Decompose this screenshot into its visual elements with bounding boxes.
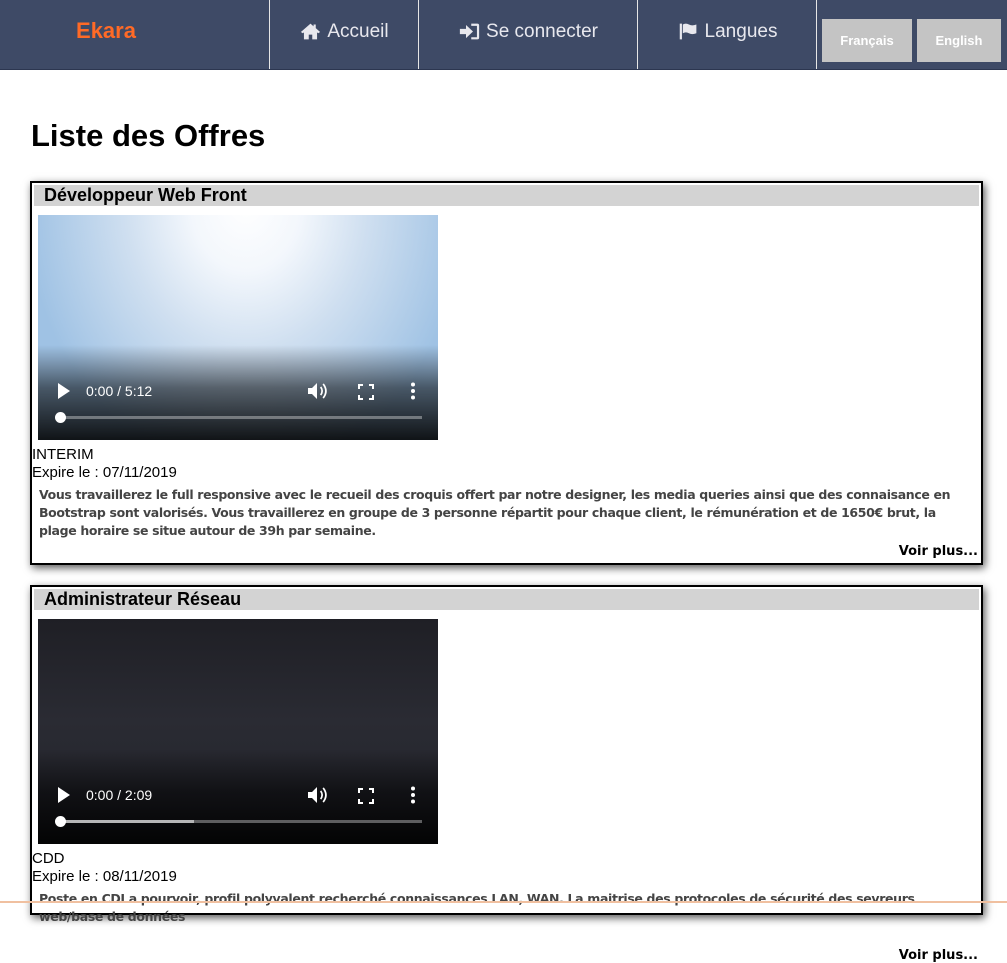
- offer-contract-type: INTERIM: [32, 446, 94, 463]
- fullscreen-icon[interactable]: [358, 788, 374, 804]
- brand-name: Ekara: [76, 17, 136, 43]
- nav-item-accueil[interactable]: Accueil: [269, 0, 419, 69]
- offer-description: Poste en CDI a pourvoir, profil polyvale…: [39, 891, 915, 924]
- volume-icon[interactable]: [308, 382, 328, 400]
- offer-expiry: Expire le : 07/11/2019: [32, 464, 177, 481]
- top-navbar: Ekara Accueil Se connecter Langues Franç…: [0, 0, 1007, 70]
- offer-contract-type: CDD: [32, 850, 65, 867]
- brand-logo[interactable]: Ekara: [0, 0, 212, 69]
- progress-knob[interactable]: [55, 816, 66, 827]
- offer-title: Administrateur Réseau: [34, 589, 979, 610]
- nav-item-langues[interactable]: Langues: [637, 0, 817, 69]
- sign-in-icon: [459, 23, 480, 40]
- nav-item-se-connecter[interactable]: Se connecter: [418, 0, 638, 69]
- video-buffered-bar: [60, 820, 194, 823]
- flag-icon: [679, 23, 696, 40]
- video-progress-bar[interactable]: [55, 816, 422, 827]
- play-icon[interactable]: [58, 383, 70, 399]
- video-time: 0:00 / 5:12: [86, 383, 153, 399]
- voir-plus-link[interactable]: Voir plus...: [899, 948, 978, 963]
- nav-divider: [816, 0, 817, 69]
- more-options-icon[interactable]: [410, 786, 416, 804]
- progress-knob[interactable]: [55, 412, 66, 423]
- video-player[interactable]: 0:00 / 5:12: [38, 215, 438, 440]
- video-time: 0:00 / 2:09: [86, 787, 153, 803]
- home-icon: [301, 23, 321, 40]
- fullscreen-icon[interactable]: [358, 384, 374, 400]
- nav-label-accueil: Accueil: [327, 20, 389, 42]
- voir-plus-link[interactable]: Voir plus...: [899, 544, 978, 559]
- play-icon[interactable]: [58, 787, 70, 803]
- volume-icon[interactable]: [308, 786, 328, 804]
- offer-expiry: Expire le : 08/11/2019: [32, 868, 177, 885]
- video-progress-bar[interactable]: [55, 412, 422, 423]
- language-button-english[interactable]: English: [917, 19, 1001, 62]
- offer-card: Développeur Web Front 0:00 / 5:12 INTERI…: [30, 181, 983, 565]
- more-options-icon[interactable]: [410, 382, 416, 400]
- video-player[interactable]: 0:00 / 2:09: [38, 619, 438, 844]
- nav-label-se-connecter: Se connecter: [486, 20, 598, 42]
- offer-title: Développeur Web Front: [34, 185, 979, 206]
- offer-description: Vous travaillerez le full responsive ave…: [39, 487, 951, 538]
- page-title: Liste des Offres: [31, 118, 266, 153]
- language-button-francais[interactable]: Français: [822, 19, 912, 62]
- offer-card: Administrateur Réseau 0:00 / 2:09 CDD Ex…: [30, 585, 983, 963]
- nav-label-langues: Langues: [704, 20, 778, 42]
